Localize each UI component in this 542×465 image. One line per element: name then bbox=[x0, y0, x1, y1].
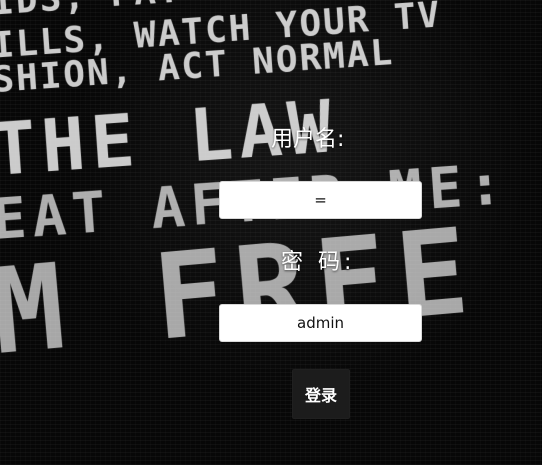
password-input[interactable] bbox=[219, 304, 422, 342]
password-label: 密 码: bbox=[281, 250, 356, 275]
login-form: 用户名: 密 码: 登录 bbox=[0, 0, 542, 465]
username-label: 用户名: bbox=[271, 127, 345, 152]
username-input[interactable] bbox=[219, 181, 422, 219]
login-button[interactable]: 登录 bbox=[292, 369, 350, 419]
